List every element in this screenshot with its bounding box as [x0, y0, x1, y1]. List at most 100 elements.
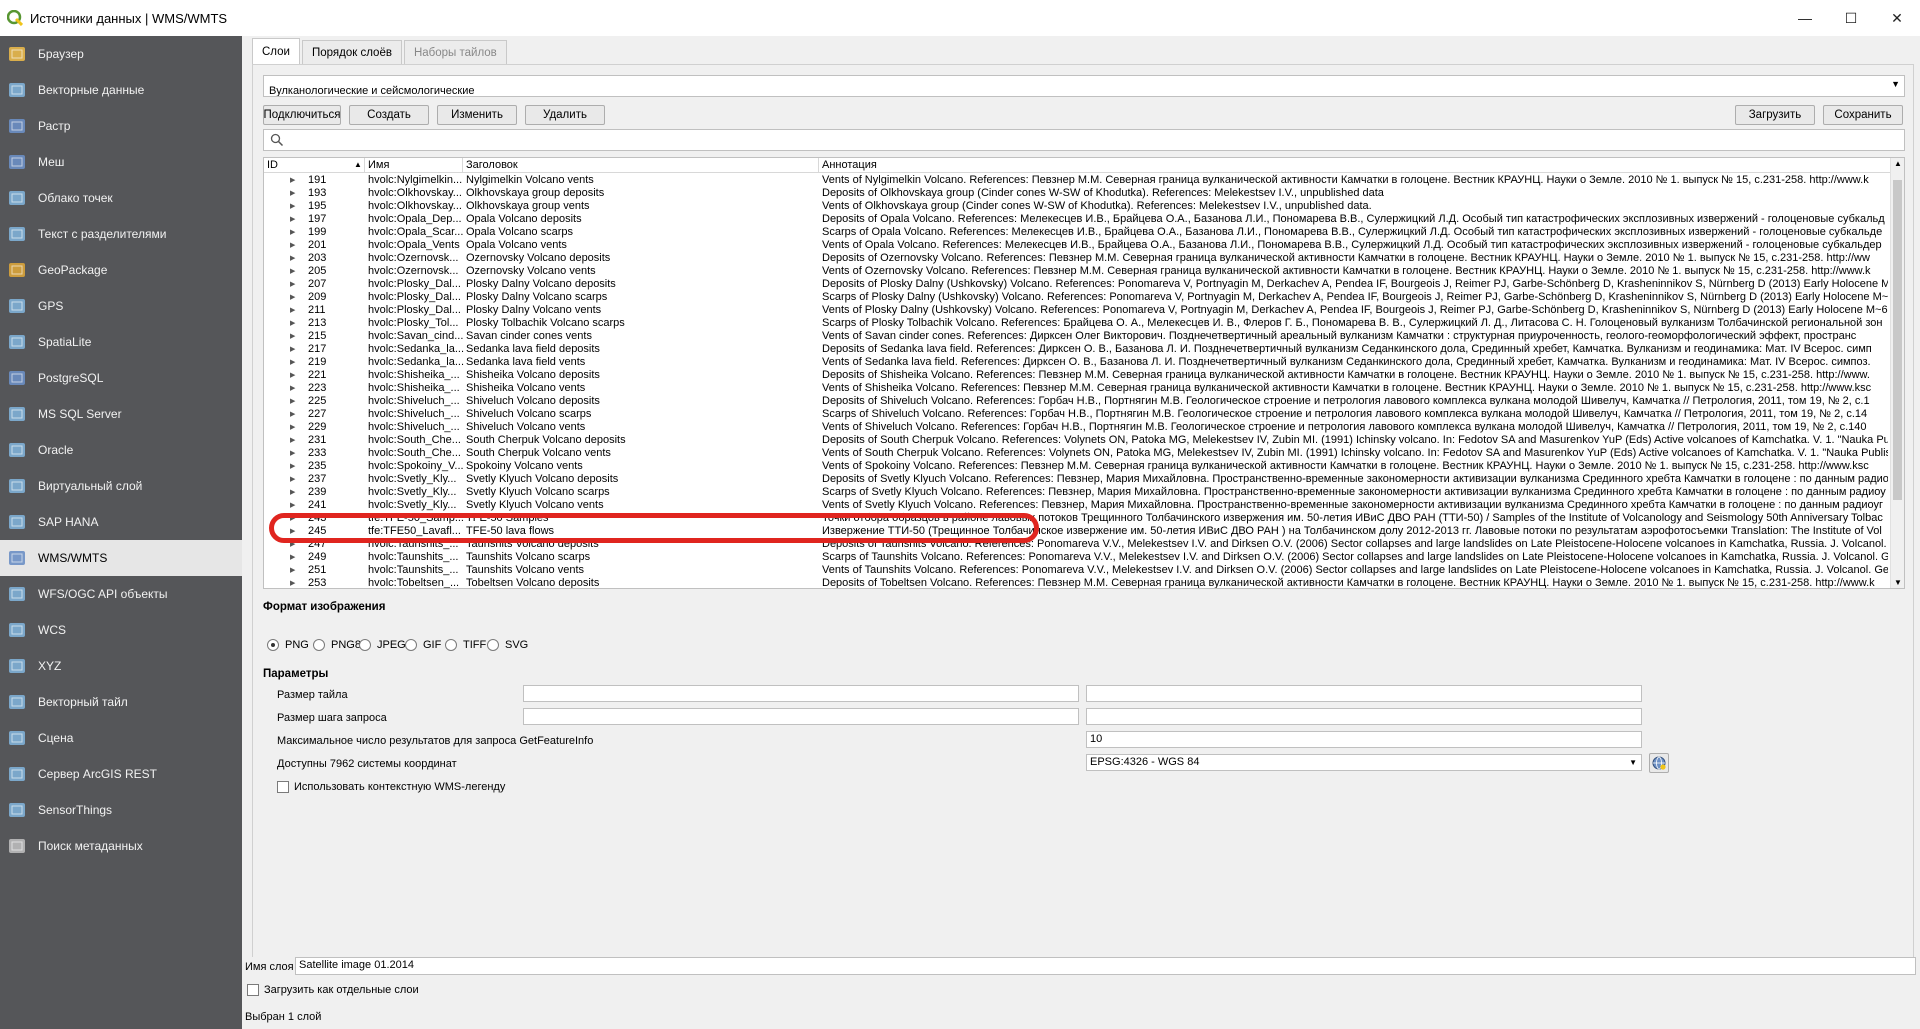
sidebar-item-vector[interactable]: Векторные данные [0, 72, 242, 108]
table-row[interactable]: ▶ 197 hvolc:Opala_Dep... Opala Volcano depo… [264, 213, 1890, 226]
expand-arrow-icon[interactable]: ▶ [290, 551, 300, 564]
column-header-name[interactable]: Имя [368, 159, 389, 171]
step-height-input[interactable] [1086, 708, 1642, 725]
sidebar-item-geopackage[interactable]: GeoPackage [0, 252, 242, 288]
expand-arrow-icon[interactable]: ▶ [290, 226, 300, 239]
sidebar-item-point-cloud[interactable]: Облако точек [0, 180, 242, 216]
expand-arrow-icon[interactable]: ▶ [290, 473, 300, 486]
minimize-button[interactable]: — [1782, 0, 1828, 36]
expand-arrow-icon[interactable]: ▶ [290, 395, 300, 408]
expand-arrow-icon[interactable]: ▶ [290, 421, 300, 434]
connect-button[interactable]: Подключиться [263, 105, 341, 125]
table-row[interactable]: ▶ 209 hvolc:Plosky_Dal... Plosky Dalny Volc… [264, 291, 1890, 304]
table-row[interactable]: ▶ 253 hvolc:Tobeltsen_... Tobeltsen Volcano… [264, 577, 1890, 588]
separate-layers-checkbox[interactable] [247, 984, 259, 997]
expand-arrow-icon[interactable]: ▶ [290, 213, 300, 226]
expand-arrow-icon[interactable]: ▶ [290, 265, 300, 278]
radio-button[interactable] [445, 639, 457, 651]
table-row[interactable]: ▶ 217 hvolc:Sedanka_la... Sedanka lava fiel… [264, 343, 1890, 356]
max-results-input[interactable]: 10 [1086, 731, 1642, 748]
legend-checkbox-row[interactable]: Использовать контекстную WMS-легенду [277, 781, 505, 794]
create-button[interactable]: Создать [349, 105, 429, 125]
expand-arrow-icon[interactable]: ▶ [290, 486, 300, 499]
expand-arrow-icon[interactable]: ▶ [290, 291, 300, 304]
table-row[interactable]: ▶ 191 hvolc:Nylgimelkin... Nylgimelkin Volc… [264, 174, 1890, 187]
column-header-id[interactable]: ID [267, 159, 278, 171]
expand-arrow-icon[interactable]: ▶ [290, 304, 300, 317]
edit-button[interactable]: Изменить [437, 105, 517, 125]
connection-select[interactable]: Вулканологические и сейсмологические ▼ [263, 75, 1905, 97]
table-row[interactable]: ▶ 215 hvolc:Savan_cind... Savan cinder cone… [264, 330, 1890, 343]
table-row[interactable]: ▶ 203 hvolc:Ozernovsk... Ozernovsky Volcano… [264, 252, 1890, 265]
expand-arrow-icon[interactable]: ▶ [290, 447, 300, 460]
table-row[interactable]: ▶ 241 hvolc:Svetly_Kly... Svetly Klyuch Vol… [264, 499, 1890, 512]
format-option-gif[interactable]: GIF [405, 639, 441, 651]
format-option-png8[interactable]: PNG8 [313, 639, 361, 651]
sidebar-item-wcs[interactable]: WCS [0, 612, 242, 648]
sidebar-item-sensorthings[interactable]: SensorThings [0, 792, 242, 828]
layer-name-input[interactable]: Satellite image 01.2014 [295, 957, 1916, 975]
table-row[interactable]: ▶ 211 hvolc:Plosky_Dal... Plosky Dalny Volc… [264, 304, 1890, 317]
expand-arrow-icon[interactable]: ▶ [290, 278, 300, 291]
table-row[interactable]: ▶ 227 hvolc:Shiveluch_... Shiveluch Volcano… [264, 408, 1890, 421]
sidebar-item-scene[interactable]: Сцена [0, 720, 242, 756]
sidebar-item-xyz[interactable]: XYZ [0, 648, 242, 684]
expand-arrow-icon[interactable]: ▶ [290, 239, 300, 252]
column-header-title[interactable]: Заголовок [466, 159, 518, 171]
table-row[interactable]: ▶ 195 hvolc:Olkhovskay... Olkhovskaya group… [264, 200, 1890, 213]
sidebar-item-vector-tile[interactable]: Векторный тайл [0, 684, 242, 720]
delete-button[interactable]: Удалить [525, 105, 605, 125]
table-row[interactable]: ▶ 223 hvolc:Shisheika_... Shisheika Volcano… [264, 382, 1890, 395]
sidebar-item-wms[interactable]: WMS/WMTS [0, 540, 242, 576]
sidebar-item-oracle[interactable]: Oracle [0, 432, 242, 468]
table-row[interactable]: ▶ 199 hvolc:Opala_Scar... Opala Volcano sca… [264, 226, 1890, 239]
expand-arrow-icon[interactable]: ▶ [290, 369, 300, 382]
table-row[interactable]: ▶ 213 hvolc:Plosky_Tol... Plosky Tolbachik … [264, 317, 1890, 330]
sidebar-item-virtual-layer[interactable]: Виртуальный слой [0, 468, 242, 504]
crs-selector-button[interactable] [1649, 753, 1669, 773]
expand-arrow-icon[interactable]: ▶ [290, 187, 300, 200]
tab-layer-order[interactable]: Порядок слоёв [301, 40, 402, 64]
sidebar-item-gps[interactable]: GPS [0, 288, 242, 324]
table-row[interactable]: ▶ 233 hvolc:South_Che... South Cherpuk Volc… [264, 447, 1890, 460]
tab-tilesets[interactable]: Наборы тайлов [403, 40, 507, 64]
sidebar-item-sap-hana[interactable]: SAP HANA [0, 504, 242, 540]
expand-arrow-icon[interactable]: ▶ [290, 174, 300, 187]
expand-arrow-icon[interactable]: ▶ [290, 460, 300, 473]
table-row[interactable]: ▶ 221 hvolc:Shisheika_... Shisheika Volcano… [264, 369, 1890, 382]
table-row[interactable]: ▶ 237 hvolc:Svetly_Kly... Svetly Klyuch Vol… [264, 473, 1890, 486]
sidebar-item-mesh[interactable]: Меш [0, 144, 242, 180]
format-option-svg[interactable]: SVG [487, 639, 528, 651]
step-width-input[interactable] [523, 708, 1079, 725]
format-option-tiff[interactable]: TIFF [445, 639, 486, 651]
crs-select[interactable]: EPSG:4326 - WGS 84 ▼ [1086, 754, 1642, 771]
expand-arrow-icon[interactable]: ▶ [290, 330, 300, 343]
sidebar-item-mssql[interactable]: MS SQL Server [0, 396, 242, 432]
expand-arrow-icon[interactable]: ▶ [290, 408, 300, 421]
expand-arrow-icon[interactable]: ▶ [290, 200, 300, 213]
maximize-button[interactable]: ☐ [1828, 0, 1874, 36]
expand-arrow-icon[interactable]: ▶ [290, 499, 300, 512]
separate-layers-row[interactable]: Загрузить как отдельные слои [247, 984, 419, 997]
sidebar-item-metadata-search[interactable]: Поиск метаданных [0, 828, 242, 864]
vertical-scrollbar[interactable]: ▲ ▼ [1890, 158, 1904, 588]
expand-arrow-icon[interactable]: ▶ [290, 564, 300, 577]
scrollbar-thumb[interactable] [1893, 180, 1902, 500]
sidebar-item-spatialite[interactable]: SpatiaLite [0, 324, 242, 360]
expand-arrow-icon[interactable]: ▶ [290, 317, 300, 330]
table-row[interactable]: ▶ 239 hvolc:Svetly_Kly... Svetly Klyuch Vol… [264, 486, 1890, 499]
sidebar-item-postgresql[interactable]: PostgreSQL [0, 360, 242, 396]
tile-width-input[interactable] [523, 685, 1079, 702]
expand-arrow-icon[interactable]: ▶ [290, 356, 300, 369]
format-option-png[interactable]: PNG [267, 639, 309, 651]
save-button[interactable]: Сохранить [1823, 105, 1903, 125]
format-option-jpeg[interactable]: JPEG [359, 639, 406, 651]
table-row[interactable]: ▶ 229 hvolc:Shiveluch_... Shiveluch Volcano… [264, 421, 1890, 434]
table-row[interactable]: ▶ 225 hvolc:Shiveluch_... Shiveluch Volcano… [264, 395, 1890, 408]
radio-button[interactable] [405, 639, 417, 651]
tab-layers[interactable]: Слои [252, 38, 300, 64]
column-header-abstract[interactable]: Аннотация [822, 159, 877, 171]
sidebar-item-wfs[interactable]: WFS/OGC API объекты [0, 576, 242, 612]
scroll-up-icon[interactable]: ▲ [1894, 159, 1902, 168]
table-row[interactable]: ▶ 249 hvolc:Taunshits_... Taunshits Volcano… [264, 551, 1890, 564]
